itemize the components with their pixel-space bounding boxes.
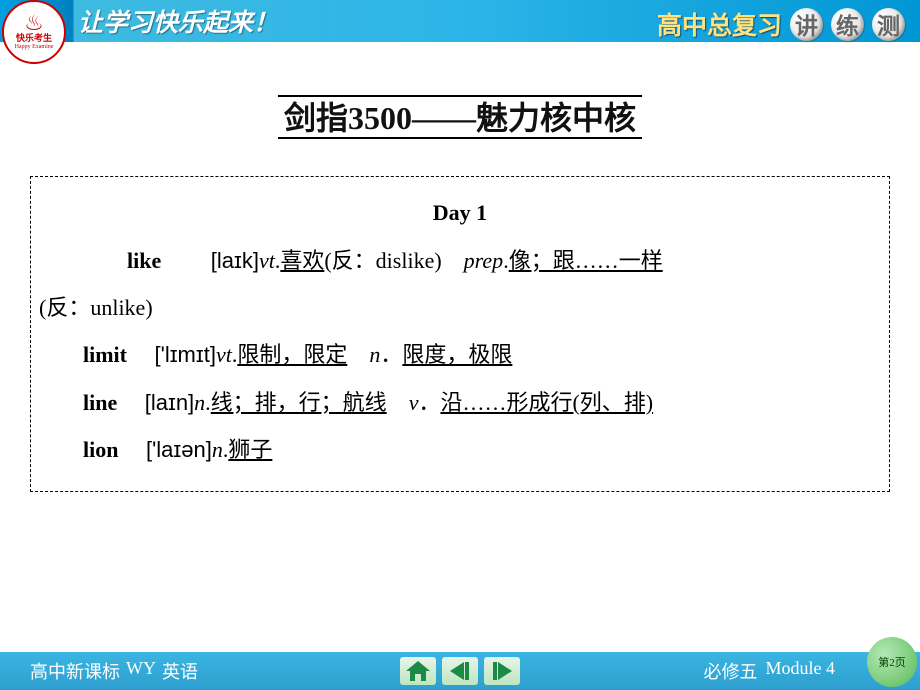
phonetic: ['laɪən] <box>146 437 212 462</box>
prev-button[interactable] <box>442 657 478 685</box>
phonetic: [laɪk] <box>211 248 259 273</box>
vocab-entry: limit ['lɪmɪt]vt.限制，限定 n．限度，极限 <box>39 331 881 378</box>
vocab-entry-cont: (反：unlike) <box>39 284 881 331</box>
page-title: 剑指3500——魅力核中核 <box>278 95 642 139</box>
badge-test: 测 <box>872 8 905 41</box>
logo-subtext: Happy Examine <box>15 44 54 50</box>
curriculum-label: 高中新课标 <box>30 658 120 684</box>
phonetic: [laɪn] <box>145 390 194 415</box>
title-band: 剑指3500——魅力核中核 <box>0 87 920 141</box>
footer-left: 高中新课标 WY 英语 <box>30 658 198 684</box>
definition: vt.限制，限定 n．限度，极限 <box>216 342 512 367</box>
word: limit <box>83 342 127 367</box>
logo-text: 快乐考生 <box>16 31 52 44</box>
day-title: Day 1 <box>39 189 881 236</box>
badge-lecture: 讲 <box>790 8 823 41</box>
phonetic: ['lɪmɪt] <box>155 342 216 367</box>
publisher-code: WY <box>126 658 156 684</box>
flame-icon: ♨ <box>24 14 44 32</box>
vocab-entry: line [laɪn]n.线；排，行；航线 v．沿……形成行(列、排) <box>39 379 881 426</box>
vocab-entry: like [laɪk]vt.喜欢(反：dislike) prep.像；跟……一样 <box>39 237 881 284</box>
module-label: Module 4 <box>766 658 836 684</box>
word: like <box>83 237 161 284</box>
content-box: Day 1 like [laɪk]vt.喜欢(反：dislike) prep.像… <box>30 176 890 492</box>
subject-label: 英语 <box>162 658 198 684</box>
word: line <box>83 390 117 415</box>
slogan-text: 让学习快乐起来！ <box>78 3 278 39</box>
definition: vt.喜欢(反：dislike) prep.像；跟……一样 <box>259 248 663 273</box>
review-label: 高中总复习 <box>657 6 782 42</box>
badge-practice: 练 <box>831 8 864 41</box>
vocab-entry: lion ['laɪən]n.狮子 <box>39 426 881 473</box>
definition: n.线；排，行；航线 v．沿……形成行(列、排) <box>194 390 653 415</box>
definition: n.狮子 <box>212 437 273 462</box>
footer-right: 必修五 Module 4 <box>704 658 836 684</box>
nav-controls <box>400 657 520 685</box>
header-right: 高中总复习 讲 练 测 <box>657 6 905 42</box>
home-button[interactable] <box>400 657 436 685</box>
footer-bar: 高中新课标 WY 英语 必修五 Module 4 第2页 <box>0 652 920 690</box>
word: lion <box>83 437 118 462</box>
book-label: 必修五 <box>704 658 758 684</box>
logo: ♨ 快乐考生 Happy Examine <box>2 0 66 64</box>
header-bar: ♨ 快乐考生 Happy Examine 让学习快乐起来！ 高中总复习 讲 练 … <box>0 0 920 42</box>
next-button[interactable] <box>484 657 520 685</box>
page-number: 第2页 <box>867 637 917 687</box>
